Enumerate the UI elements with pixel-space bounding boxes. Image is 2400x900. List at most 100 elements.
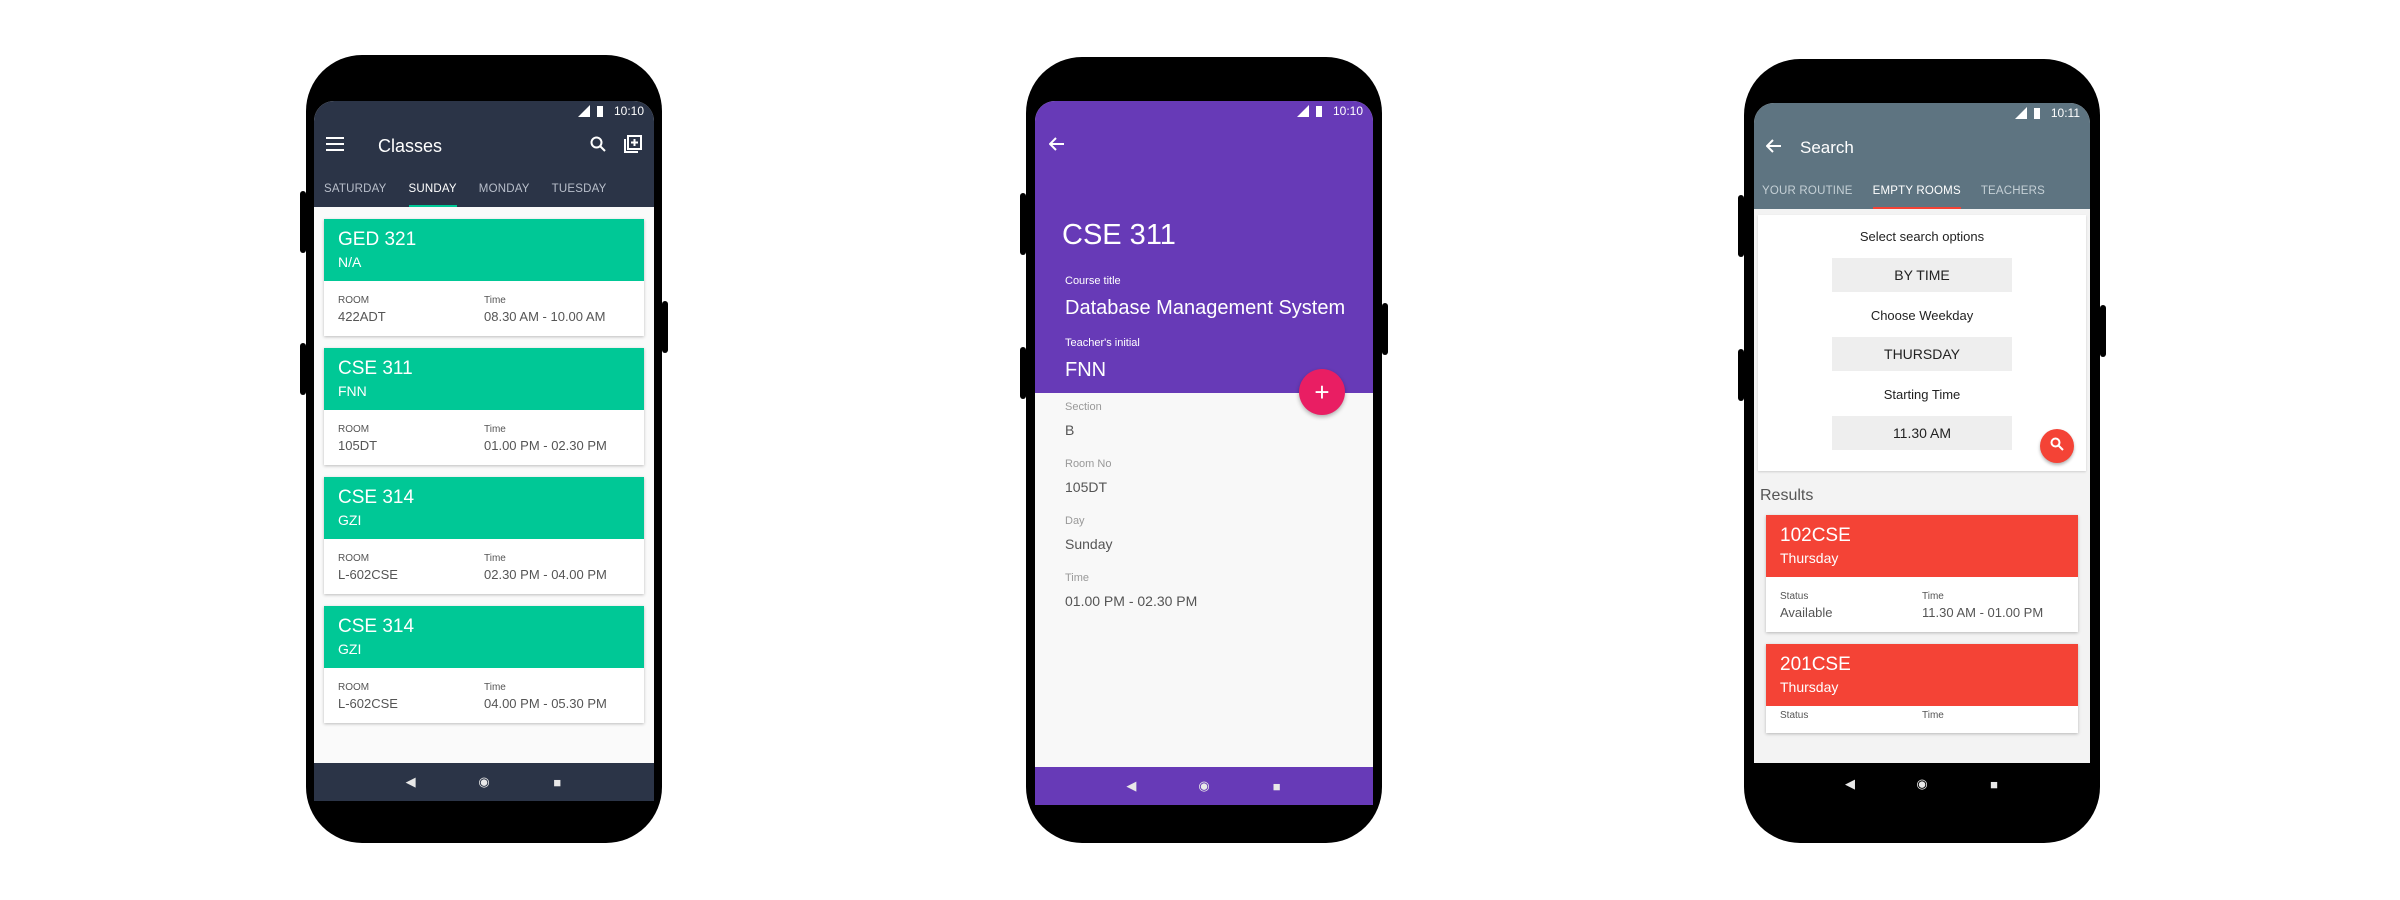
nav-home-icon[interactable]: ◉: [472, 774, 496, 790]
signal-icon: [1296, 105, 1309, 117]
status-label: Status: [1780, 591, 1809, 602]
result-day: Thursday: [1780, 550, 1839, 566]
add-fab-button[interactable]: +: [1299, 369, 1345, 415]
course-code: CSE 311: [338, 358, 413, 379]
card-header: 201CSE Thursday: [1766, 644, 2078, 706]
app-bar: 10:11 Search YOUR ROUTINE EMPTY ROOMS TE…: [1754, 103, 2090, 209]
weekday-label: Choose Weekday: [1870, 308, 1974, 323]
day-label: Day: [1065, 515, 1085, 527]
day-tabs: SATURDAY SUNDAY MONDAY TUESDAY: [314, 171, 654, 207]
nav-back-icon[interactable]: ◀: [399, 774, 423, 790]
card-header: GED 321 N/A: [324, 219, 644, 281]
tab-teachers[interactable]: TEACHERS: [1981, 173, 2045, 209]
teacher-initial: N/A: [338, 254, 362, 270]
class-card[interactable]: CSE 314 GZI ROOM L-602CSE Time 02.30 PM - …: [324, 477, 644, 594]
weekday-button[interactable]: THURSDAY: [1832, 337, 2012, 371]
time-label: Time: [484, 682, 506, 693]
time-value: 04.00 PM - 05.30 PM: [484, 696, 607, 711]
search-icon[interactable]: [590, 136, 606, 157]
course-code: CSE 311: [1062, 219, 1176, 251]
tab-your-routine[interactable]: YOUR ROUTINE: [1762, 173, 1853, 209]
add-box-icon[interactable]: [624, 134, 642, 158]
teacher-initial: GZI: [338, 641, 362, 657]
status-bar: 10:10: [314, 101, 654, 121]
room-value: L-602CSE: [338, 567, 398, 582]
nav-recent-icon[interactable]: ■: [1982, 777, 2006, 792]
search-tabs: YOUR ROUTINE EMPTY ROOMS TEACHERS: [1754, 173, 2090, 209]
class-list: GED 321 N/A ROOM 422ADT Time 08.30 AM - 10…: [314, 207, 654, 723]
room-label: ROOM: [338, 295, 370, 306]
teacher-initial: FNN: [338, 383, 367, 399]
time-label: Time: [484, 295, 506, 306]
teacher-initial: FNN: [1065, 359, 1107, 381]
power-button: [2100, 305, 2106, 357]
signal-icon: [577, 105, 590, 117]
section-value: B: [1065, 422, 1075, 438]
nav-back-icon[interactable]: ◀: [1119, 778, 1143, 794]
menu-icon[interactable]: [326, 136, 344, 156]
nav-recent-icon[interactable]: ■: [1265, 779, 1289, 794]
status-time: 10:10: [1332, 104, 1363, 118]
time-value: 02.30 PM - 04.00 PM: [484, 567, 607, 582]
status-time: 10:10: [613, 104, 644, 118]
course-title: Database Management System: [1065, 297, 1346, 319]
status-bar: 10:10: [1035, 101, 1373, 121]
phone-search: 10:11 Search YOUR ROUTINE EMPTY ROOMS TE…: [1738, 59, 2106, 843]
result-day: Thursday: [1780, 679, 1839, 695]
class-card[interactable]: GED 321 N/A ROOM 422ADT Time 08.30 AM - 10…: [324, 219, 644, 336]
search-type-button[interactable]: BY TIME: [1832, 258, 2012, 292]
phone-course-detail: 10:10 CSE 311 Course title Database Mana…: [1020, 57, 1388, 843]
day-value: Sunday: [1065, 536, 1113, 552]
signal-icon: [2014, 107, 2027, 119]
time-value: 01.00 PM - 02.30 PM: [484, 438, 607, 453]
tab-monday[interactable]: MONDAY: [479, 171, 530, 207]
result-card[interactable]: 102CSE Thursday Status Available Time 11.3…: [1766, 515, 2078, 632]
class-card[interactable]: CSE 314 GZI ROOM L-602CSE Time 04.00 PM - …: [324, 606, 644, 723]
app-bar: 10:10 Classes SATURDAY SUNDAY MONDAY TUE…: [314, 101, 654, 207]
volume-button: [300, 191, 306, 253]
tab-sunday[interactable]: SUNDAY: [408, 171, 458, 207]
volume-button: [1738, 195, 1744, 257]
nav-home-icon[interactable]: ◉: [1192, 778, 1216, 794]
room-code: 102CSE: [1780, 525, 1851, 546]
time-label: Time: [1922, 710, 1944, 721]
arrow-back-icon[interactable]: [1048, 137, 1065, 155]
time-label: Time: [1065, 572, 1090, 584]
battery-icon: [596, 105, 608, 117]
nav-home-icon[interactable]: ◉: [1910, 776, 1934, 792]
tab-saturday[interactable]: SATURDAY: [324, 171, 387, 207]
status-label: Status: [1780, 710, 1809, 721]
start-time-label: Starting Time: [1883, 387, 1961, 402]
search-options-panel: Select search options BY TIME Choose Wee…: [1758, 215, 2086, 471]
time-value: 01.00 PM - 02.30 PM: [1065, 593, 1198, 609]
room-label: ROOM: [338, 682, 370, 693]
card-header: CSE 314 GZI: [324, 477, 644, 539]
start-time-button[interactable]: 11.30 AM: [1832, 416, 2012, 450]
time-value: 08.30 AM - 10.00 AM: [484, 309, 606, 324]
status-time: 10:11: [2050, 106, 2080, 120]
search-icon: [2050, 437, 2064, 456]
time-label: Time: [484, 424, 506, 435]
nav-recent-icon[interactable]: ■: [545, 775, 569, 790]
room-label: Room No: [1065, 458, 1112, 470]
room-code: 201CSE: [1780, 654, 1851, 675]
detail-header: 10:10 CSE 311 Course title Database Mana…: [1035, 101, 1373, 393]
class-card[interactable]: CSE 311 FNN ROOM 105DT Time 01.00 PM - 02.…: [324, 348, 644, 465]
power-button: [662, 301, 668, 353]
card-header: 102CSE Thursday: [1766, 515, 2078, 577]
room-label: ROOM: [338, 424, 370, 435]
battery-icon: [2033, 107, 2045, 119]
arrow-back-icon[interactable]: [1765, 138, 1782, 158]
battery-icon: [1315, 105, 1327, 117]
teacher-label: Teacher's initial: [1065, 337, 1140, 349]
nav-back-icon[interactable]: ◀: [1838, 776, 1862, 792]
course-code: GED 321: [338, 229, 417, 250]
tab-tuesday[interactable]: TUESDAY: [552, 171, 607, 207]
search-fab-button[interactable]: [2040, 429, 2074, 463]
tab-empty-rooms[interactable]: EMPTY ROOMS: [1872, 173, 1962, 209]
back-button[interactable]: [1035, 121, 1373, 172]
time-label: Time: [1922, 591, 1944, 602]
page-title: Classes: [378, 135, 443, 156]
volume-button: [1738, 349, 1744, 401]
result-card[interactable]: 201CSE Thursday Status Time: [1766, 644, 2078, 733]
